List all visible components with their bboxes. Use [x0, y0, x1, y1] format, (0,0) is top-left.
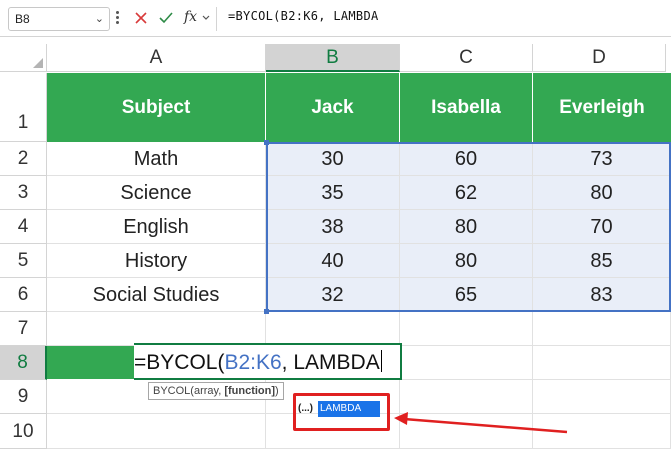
annotation-arrow-icon: [394, 412, 568, 434]
